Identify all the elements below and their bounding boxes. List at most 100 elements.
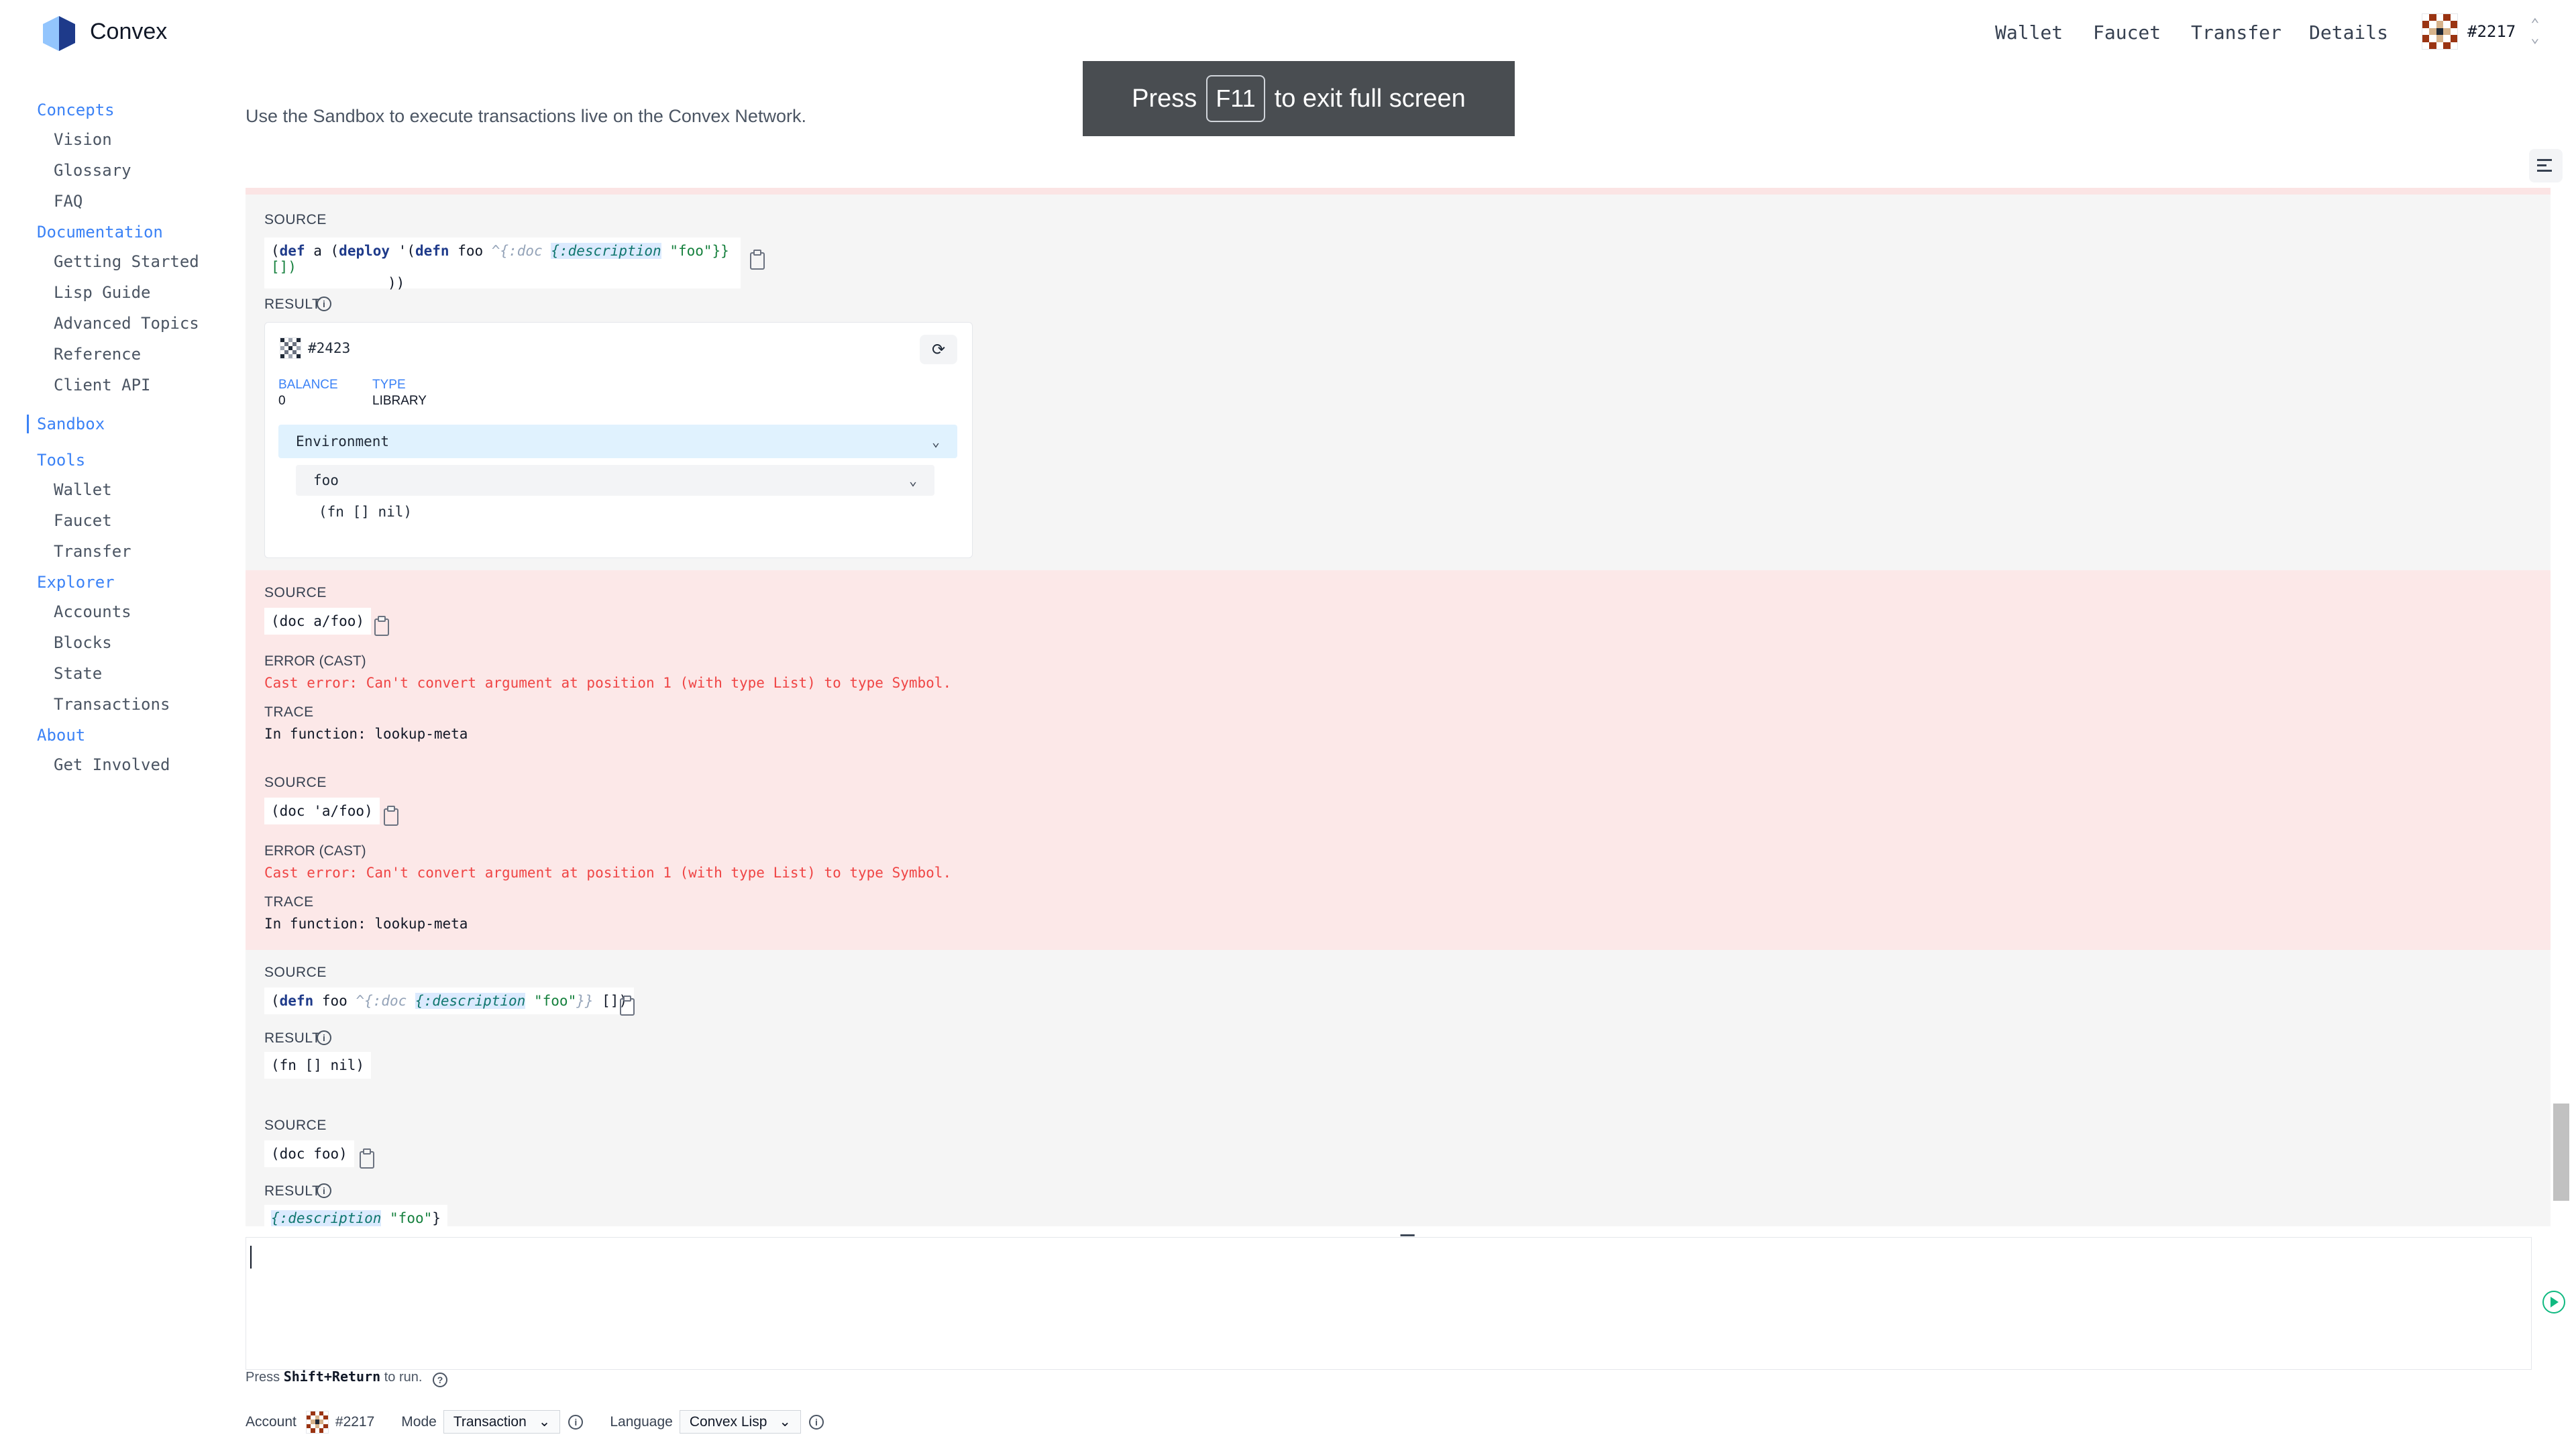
copy-icon[interactable] <box>620 996 635 1016</box>
result-label: RESULT <box>264 1183 321 1199</box>
balance-value: 0 <box>278 394 286 408</box>
menu-lines-icon <box>2537 159 2552 172</box>
history-entry-deploy: SOURCE (def a (deploy '(defn foo ^{:doc … <box>246 195 2551 570</box>
toast-prefix: Press <box>1132 84 1197 113</box>
fullscreen-toast: Press F11 to exit full screen <box>1083 61 1515 136</box>
symbol-value: (fn [] nil) <box>319 504 413 520</box>
nav-faucet[interactable]: Faucet <box>2093 21 2161 44</box>
result-value: (fn [] nil) <box>264 1052 372 1079</box>
source-label: SOURCE <box>264 1118 327 1133</box>
updown-chevron-icon: ⌃ ⌄ <box>2530 16 2540 46</box>
sidebar-section-documentation[interactable]: Documentation <box>27 223 228 241</box>
sandbox-footer: Account #2217 Mode Transaction ⌄ i Langu… <box>246 1410 824 1434</box>
sidebar-section-concepts[interactable]: Concepts <box>27 101 228 119</box>
previous-error-edge <box>246 188 2551 195</box>
toc-toggle-button[interactable] <box>2529 149 2563 182</box>
hint-suffix: to run. <box>384 1370 423 1385</box>
language-select[interactable]: Convex Lisp ⌄ <box>679 1410 801 1434</box>
result-account[interactable]: #2423 <box>280 337 350 359</box>
sidebar-section-sandbox[interactable]: Sandbox <box>27 415 228 433</box>
source-code[interactable]: (doc foo) <box>264 1140 354 1167</box>
error-message: Cast error: Can't convert argument at po… <box>264 675 952 691</box>
copy-icon[interactable] <box>750 250 765 270</box>
copy-icon[interactable] <box>360 1148 374 1169</box>
source-label: SOURCE <box>264 965 327 980</box>
sidebar-section-tools[interactable]: Tools <box>27 451 228 470</box>
refresh-button[interactable]: ⟳ <box>920 335 957 364</box>
run-button[interactable] <box>2542 1291 2565 1313</box>
sidebar-section-explorer[interactable]: Explorer <box>27 573 228 592</box>
sidebar-item-wallet[interactable]: Wallet <box>27 480 228 499</box>
info-icon[interactable]: i <box>317 297 331 311</box>
refresh-icon: ⟳ <box>931 340 946 359</box>
sidebar-item-get-involved[interactable]: Get Involved <box>27 755 228 774</box>
sidebar-item-state[interactable]: State <box>27 664 228 683</box>
nav-transfer[interactable]: Transfer <box>2191 21 2282 44</box>
sidebar-item-glossary[interactable]: Glossary <box>27 161 228 180</box>
source-code[interactable]: (doc 'a/foo) <box>264 798 380 824</box>
nav-details[interactable]: Details <box>2309 21 2388 44</box>
copy-icon[interactable] <box>374 616 389 636</box>
sidebar-item-blocks[interactable]: Blocks <box>27 633 228 652</box>
source-editor[interactable] <box>246 1237 2532 1370</box>
avatar <box>2422 13 2458 50</box>
chevron-down-icon: ⌄ <box>931 433 940 449</box>
account-selector[interactable]: #2217 ⌃ ⌄ <box>2422 13 2540 50</box>
sidebar-item-advanced-topics[interactable]: Advanced Topics <box>27 314 228 333</box>
top-bar: Convex Wallet Faucet Transfer Details #2… <box>0 0 2576 67</box>
copy-icon[interactable] <box>384 806 398 826</box>
source-code[interactable]: (def a (deploy '(defn foo ^{:doc {:descr… <box>264 237 741 291</box>
avatar <box>280 337 301 359</box>
error-message: Cast error: Can't convert argument at po… <box>264 865 952 881</box>
sidebar-item-lisp-guide[interactable]: Lisp Guide <box>27 283 228 302</box>
help-icon[interactable]: ? <box>433 1373 448 1387</box>
mode-label: Mode <box>401 1413 437 1430</box>
nav-wallet[interactable]: Wallet <box>1995 21 2063 44</box>
toast-suffix: to exit full screen <box>1274 84 1466 113</box>
error-label: ERROR (CAST) <box>264 653 366 669</box>
brand-name[interactable]: Convex <box>90 19 167 45</box>
result-label: RESULT <box>264 1030 321 1046</box>
chevron-down-icon: ⌄ <box>908 472 917 488</box>
sidebar-item-faucet[interactable]: Faucet <box>27 511 228 530</box>
info-icon[interactable]: i <box>317 1030 331 1045</box>
sidebar-item-transfer[interactable]: Transfer <box>27 542 228 561</box>
chevron-down-icon: ⌄ <box>779 1414 791 1430</box>
convex-logo-icon[interactable] <box>40 15 78 52</box>
sidebar: Concepts Vision Glossary FAQ Documentati… <box>27 101 228 786</box>
result-account-number: #2423 <box>308 340 351 356</box>
language-value: Convex Lisp <box>689 1413 767 1430</box>
avatar <box>305 1410 329 1434</box>
sidebar-item-accounts[interactable]: Accounts <box>27 602 228 621</box>
symbol-accordion[interactable]: foo ⌄ <box>296 465 934 496</box>
footer-account-number[interactable]: #2217 <box>335 1414 374 1430</box>
source-code[interactable]: (doc a/foo) <box>264 608 372 635</box>
sidebar-item-faq[interactable]: FAQ <box>27 192 228 211</box>
balance-label: BALANCE <box>278 378 338 392</box>
source-code[interactable]: (defn foo ^{:doc {:description "foo"}} [… <box>264 987 635 1014</box>
sidebar-section-about[interactable]: About <box>27 726 228 745</box>
sidebar-item-transactions[interactable]: Transactions <box>27 695 228 714</box>
info-icon[interactable]: i <box>317 1183 331 1198</box>
trace-text: In function: lookup-meta <box>264 916 468 932</box>
environment-accordion[interactable]: Environment ⌄ <box>278 425 957 458</box>
hint-prefix: Press <box>246 1370 280 1385</box>
sidebar-item-reference[interactable]: Reference <box>27 345 228 364</box>
sidebar-item-getting-started[interactable]: Getting Started <box>27 252 228 271</box>
chevron-down-icon: ⌄ <box>538 1414 551 1430</box>
account-label: Account <box>246 1413 297 1430</box>
info-icon[interactable]: i <box>568 1414 584 1430</box>
history-scrollbar[interactable] <box>2553 188 2569 1226</box>
info-icon[interactable]: i <box>808 1414 824 1430</box>
type-value: LIBRARY <box>372 394 427 408</box>
sidebar-item-client-api[interactable]: Client API <box>27 376 228 394</box>
source-label: SOURCE <box>264 775 327 790</box>
sidebar-item-vision[interactable]: Vision <box>27 130 228 149</box>
history-entry-doc: SOURCE (doc foo) RESULT i {:description … <box>246 1100 2551 1226</box>
error-label: ERROR (CAST) <box>264 843 366 859</box>
source-label: SOURCE <box>264 212 327 227</box>
sandbox-history: SOURCE (def a (deploy '(defn foo ^{:doc … <box>246 188 2551 1226</box>
mode-select[interactable]: Transaction ⌄ <box>443 1410 561 1434</box>
scrollbar-thumb[interactable] <box>2553 1104 2569 1201</box>
source-code-line2: )) <box>388 275 405 291</box>
